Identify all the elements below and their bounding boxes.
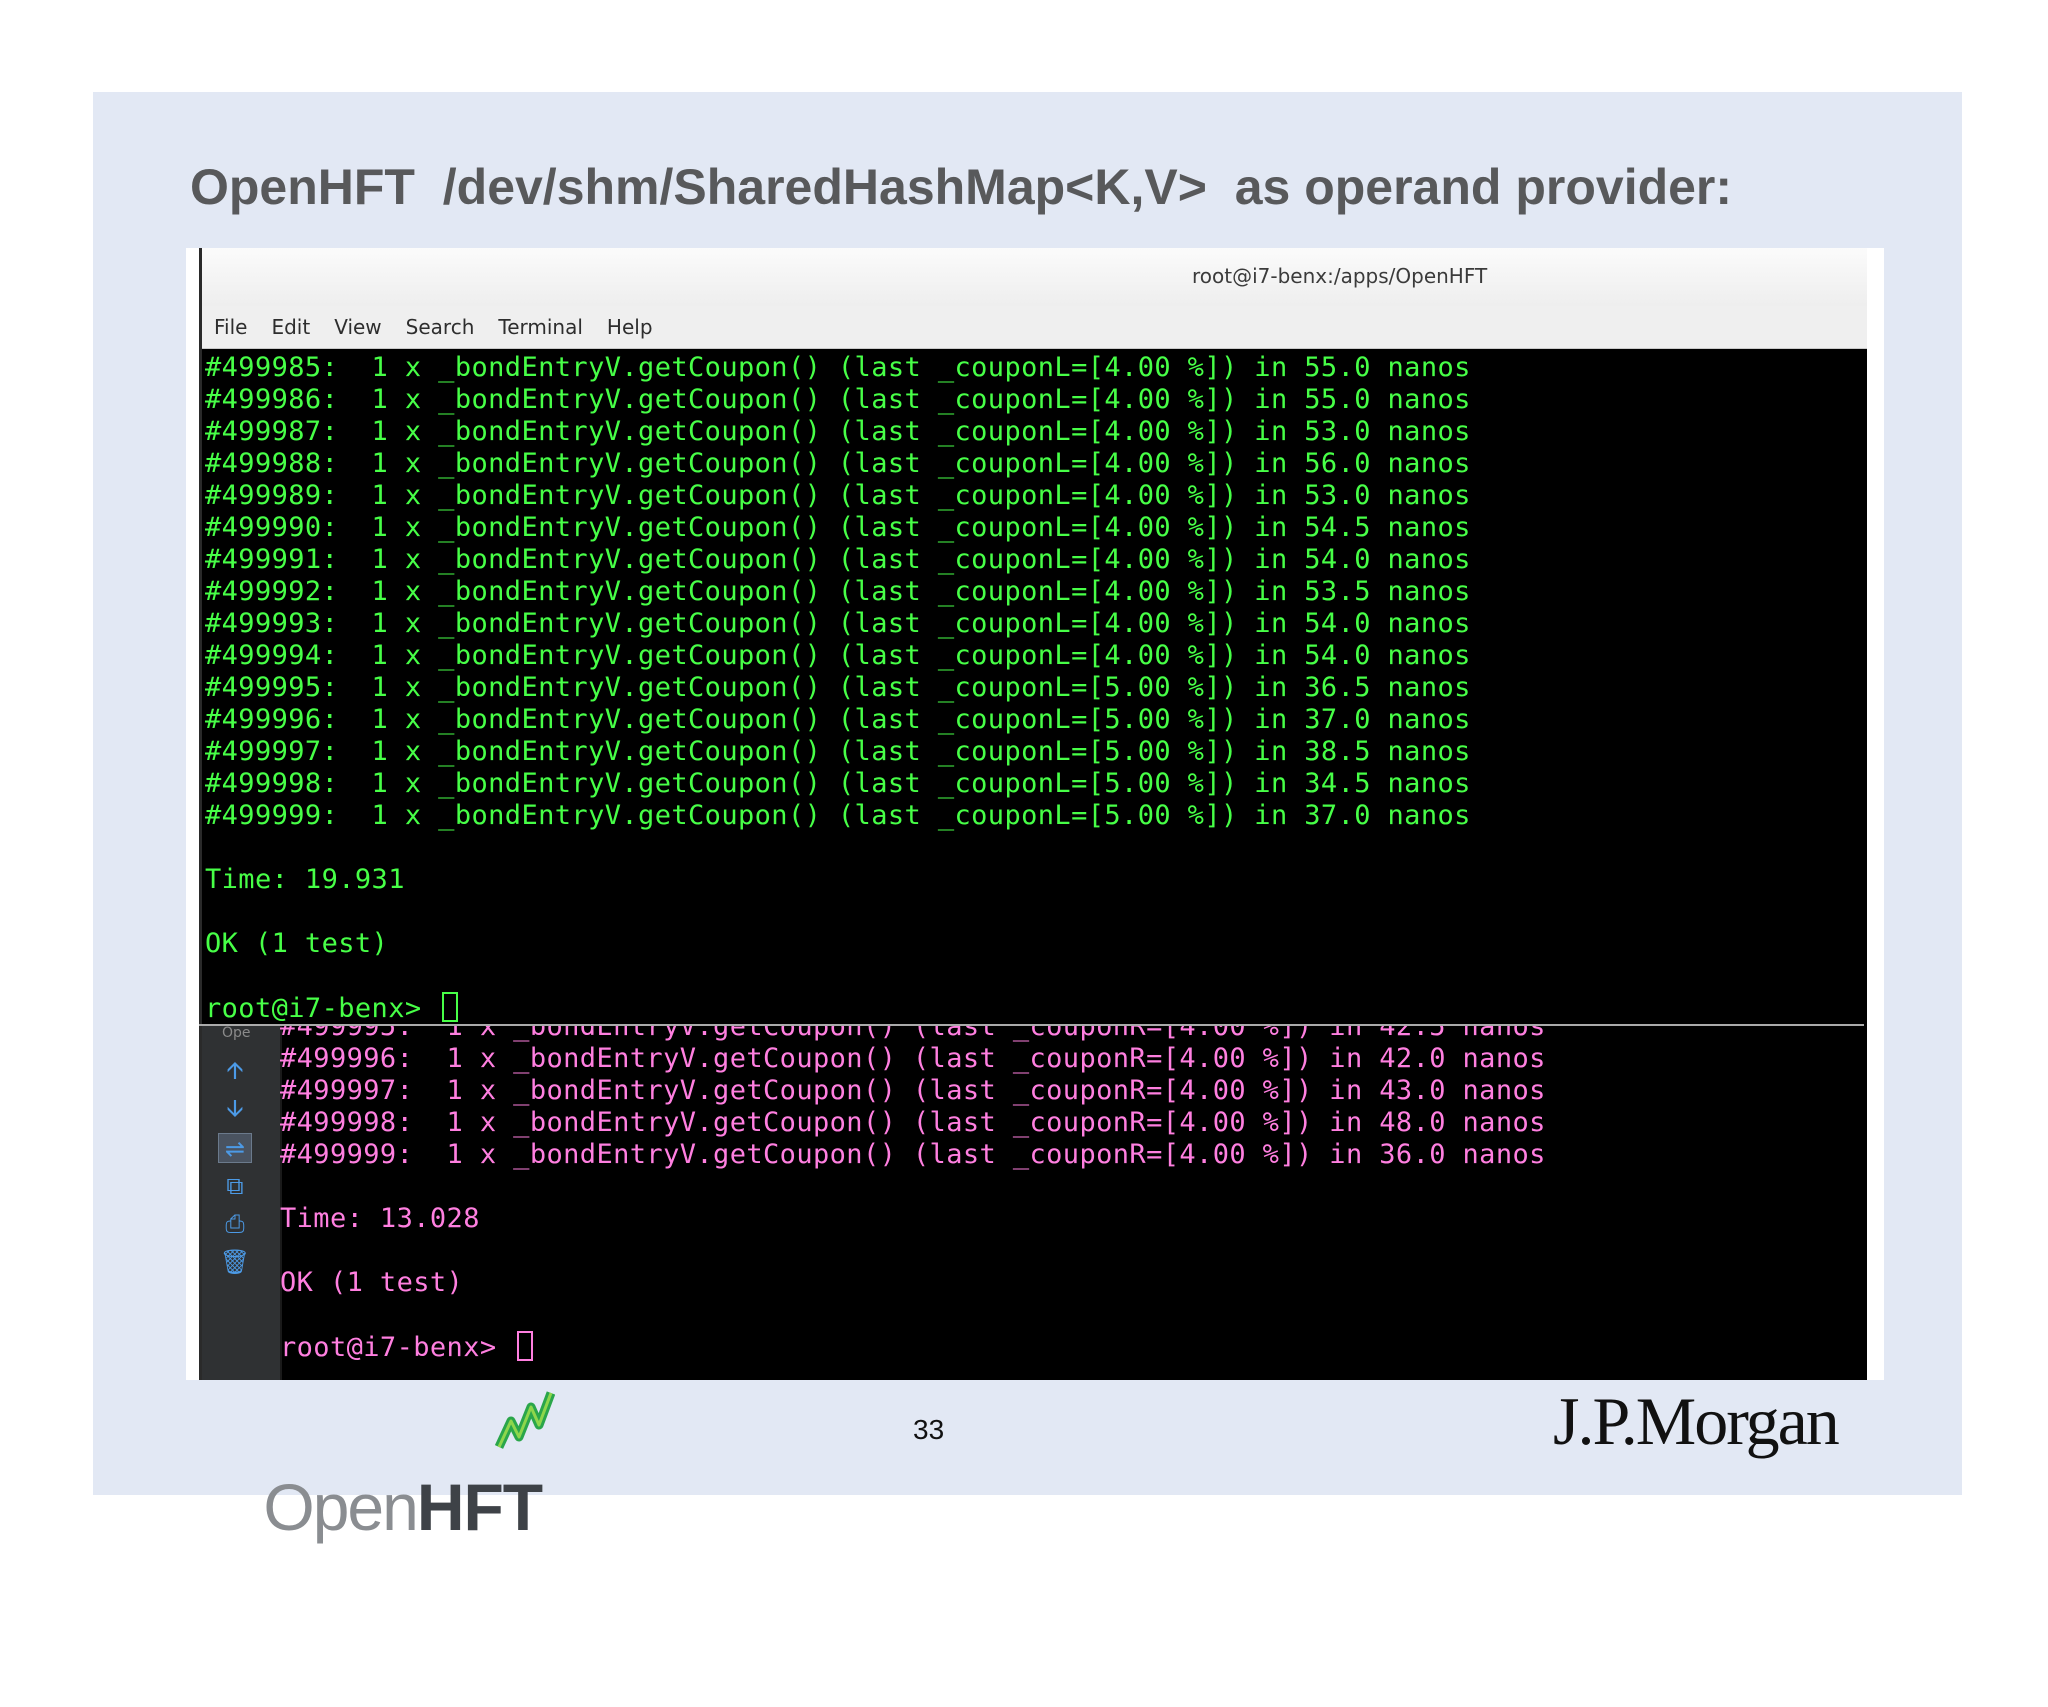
terminal-line: #499996: 1 x _bondEntryV.getCoupon() (la… [205, 704, 1471, 735]
terminal-bottom-line: #499998: 1 x _bondEntryV.getCoupon() (la… [280, 1107, 1546, 1138]
terminal-bottom-line: #499999: 1 x _bondEntryV.getCoupon() (la… [280, 1139, 1546, 1170]
terminal-line: #499989: 1 x _bondEntryV.getCoupon() (la… [205, 480, 1471, 511]
menu-help[interactable]: Help [607, 315, 653, 339]
terminal-screenshot: root@i7-benx:/apps/OpenHFT File Edit Vie… [186, 248, 1884, 1380]
jpmorgan-logo: J.P.Morgan [1553, 1383, 1840, 1459]
menubar: File Edit View Search Terminal Help [202, 306, 1867, 349]
terminal-bottom-line [280, 1171, 1546, 1203]
bottom-terminal-window: Ope 🡩 🡫 ⇌ ⧉ ⎙ 🗑 #499995: 1 x _bondEntryV… [199, 1025, 1867, 1380]
window-title: root@i7-benx:/apps/OpenHFT [1192, 264, 1488, 288]
menu-file[interactable]: File [214, 315, 247, 339]
terminal-line: #499986: 1 x _bondEntryV.getCoupon() (la… [205, 384, 1471, 415]
terminal-line: #499988: 1 x _bondEntryV.getCoupon() (la… [205, 448, 1471, 479]
shell-prompt: root@i7-benx> [205, 993, 439, 1024]
openhft-chart-mark-icon [495, 1391, 555, 1449]
terminal-line: #499990: 1 x _bondEntryV.getCoupon() (la… [205, 512, 1471, 543]
text-cursor [517, 1331, 534, 1361]
openhft-logo: OpenHFT [190, 1387, 555, 1544]
terminal-bottom-line: Time: 13.028 [280, 1203, 480, 1234]
print-icon[interactable]: ⎙ [218, 1209, 252, 1239]
terminal-line: OK (1 test) [205, 928, 389, 959]
terminal-line: #499994: 1 x _bondEntryV.getCoupon() (la… [205, 640, 1471, 671]
terminal-line: #499987: 1 x _bondEntryV.getCoupon() (la… [205, 416, 1471, 447]
side-toolbar: Ope 🡩 🡫 ⇌ ⧉ ⎙ 🗑 [202, 1025, 282, 1380]
menu-view[interactable]: View [334, 315, 381, 339]
terminal-bottom-line: #499997: 1 x _bondEntryV.getCoupon() (la… [280, 1075, 1546, 1106]
trash-icon[interactable]: 🗑 [218, 1247, 252, 1277]
terminal-line: #499998: 1 x _bondEntryV.getCoupon() (la… [205, 768, 1471, 799]
text-cursor [442, 992, 459, 1022]
terminal-partial-line: #499995: 1 x _bondEntryV.getCoupon() (la… [280, 1025, 1546, 1042]
menu-edit[interactable]: Edit [271, 315, 310, 339]
page-number: 33 [913, 1414, 945, 1445]
terminal-line: Time: 19.931 [205, 864, 405, 895]
terminal-line: #499993: 1 x _bondEntryV.getCoupon() (la… [205, 608, 1471, 639]
export-icon[interactable]: ⧉ [218, 1171, 252, 1201]
shell-prompt: root@i7-benx> [280, 1332, 514, 1363]
terminal-bottom-line: #499996: 1 x _bondEntryV.getCoupon() (la… [280, 1043, 1546, 1074]
terminal-line: #499999: 1 x _bondEntryV.getCoupon() (la… [205, 800, 1471, 831]
window-titlebar[interactable]: root@i7-benx:/apps/OpenHFT [202, 248, 1867, 306]
terminal-bottom-line [280, 1299, 1546, 1331]
arrow-down-icon[interactable]: 🡫 [218, 1093, 252, 1123]
window-divider [199, 1024, 1864, 1026]
logo-open-text: Open [263, 1470, 418, 1544]
menu-search[interactable]: Search [406, 315, 475, 339]
terminal-bottom-line: OK (1 test) [280, 1267, 464, 1298]
slide: OpenHFT /dev/shm/SharedHashMap<K,V> as o… [93, 92, 1962, 1544]
top-terminal-window: root@i7-benx:/apps/OpenHFT File Edit Vie… [199, 248, 1867, 1025]
slide-title: OpenHFT /dev/shm/SharedHashMap<K,V> as o… [190, 159, 1733, 215]
terminal-output-bottom[interactable]: #499996: 1 x _bondEntryV.getCoupon() (la… [280, 1043, 1546, 1363]
terminal-bottom-line [280, 1235, 1546, 1267]
toolbar-label: Ope [222, 1025, 251, 1041]
terminal-line: #499992: 1 x _bondEntryV.getCoupon() (la… [205, 576, 1471, 607]
logo-hft-text: HFT [416, 1470, 543, 1544]
terminal-line: #499995: 1 x _bondEntryV.getCoupon() (la… [205, 672, 1471, 703]
terminal-prompt-line[interactable]: root@i7-benx> [205, 992, 1471, 1024]
arrow-up-icon[interactable]: 🡩 [218, 1055, 252, 1085]
terminal-line: #499991: 1 x _bondEntryV.getCoupon() (la… [205, 544, 1471, 575]
filter-icon[interactable]: ⇌ [218, 1133, 252, 1163]
terminal-line: #499997: 1 x _bondEntryV.getCoupon() (la… [205, 736, 1471, 767]
terminal-line: #499985: 1 x _bondEntryV.getCoupon() (la… [205, 352, 1471, 383]
terminal-output[interactable]: #499985: 1 x _bondEntryV.getCoupon() (la… [205, 352, 1471, 1024]
terminal-bottom-prompt-line[interactable]: root@i7-benx> [280, 1331, 1546, 1363]
menu-terminal[interactable]: Terminal [498, 315, 583, 339]
